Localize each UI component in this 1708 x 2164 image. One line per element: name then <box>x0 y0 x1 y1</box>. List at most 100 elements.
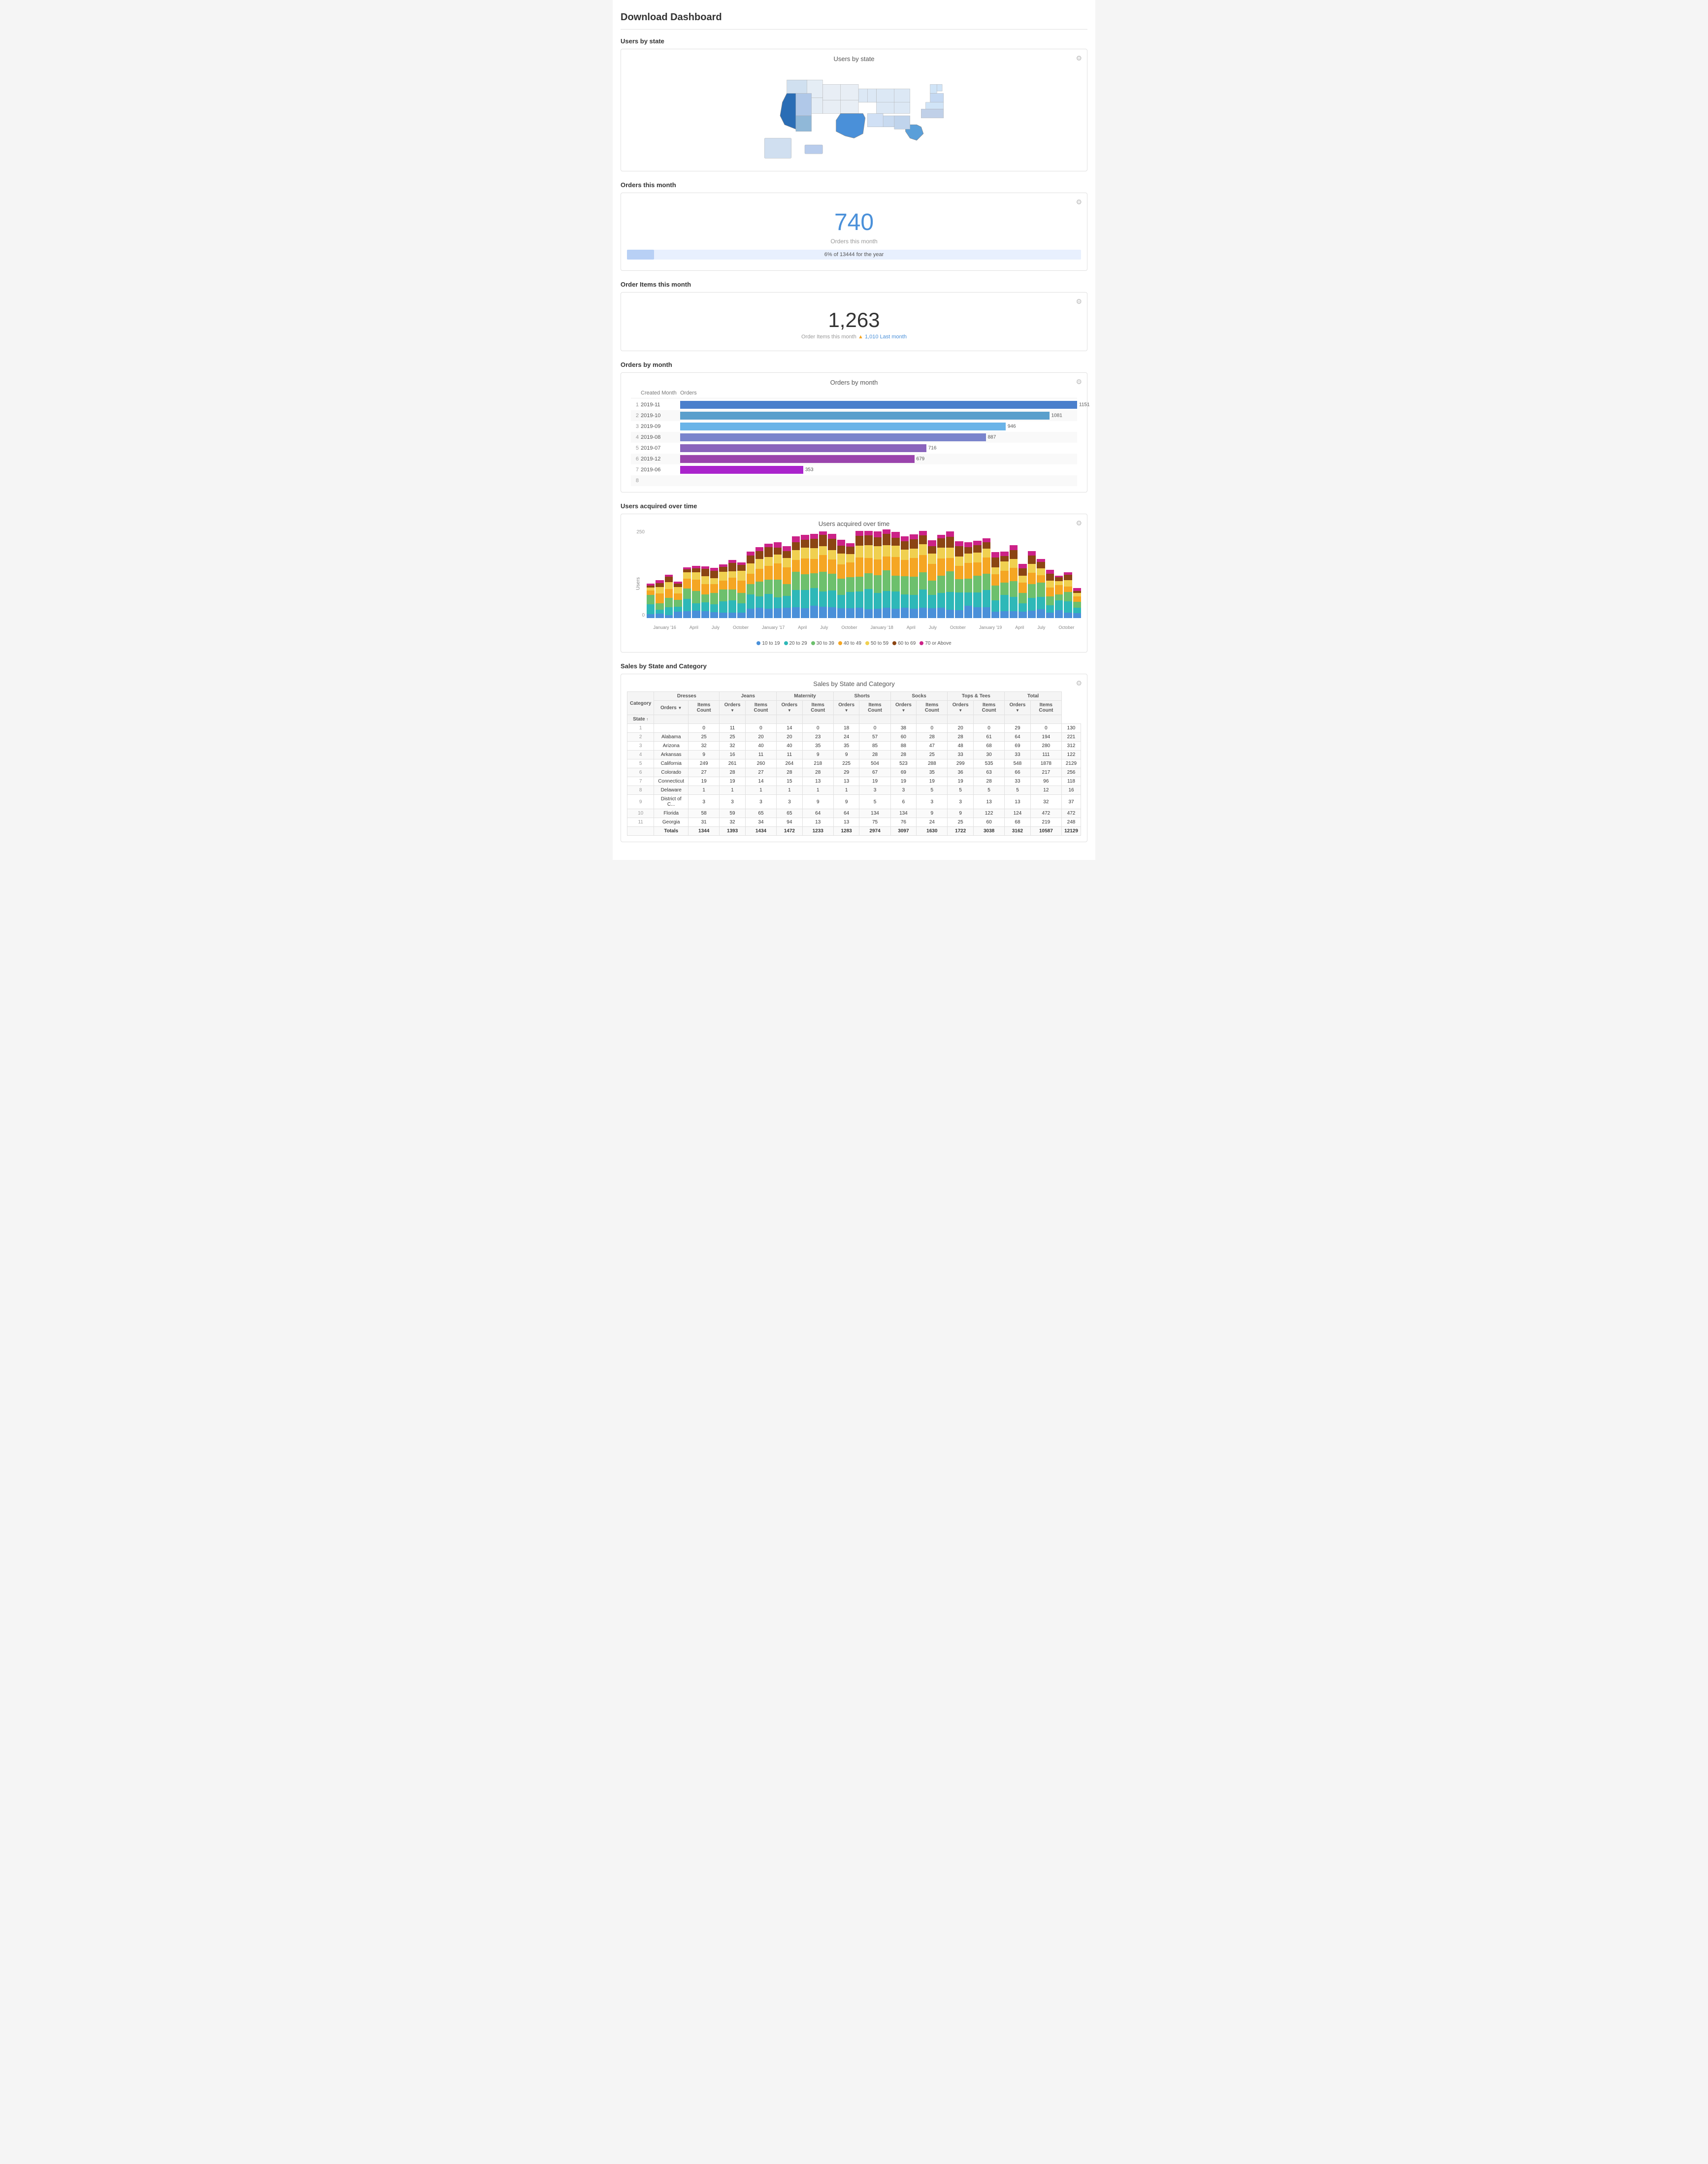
stacked-segment <box>883 591 890 608</box>
th-m-i <box>802 715 833 724</box>
cell-tot-o: 111 <box>1030 751 1061 759</box>
bar-group-30 <box>919 529 927 618</box>
bar-row-area: 353 <box>680 466 1077 474</box>
cell-d-i: 25 <box>720 733 745 742</box>
stacked-segment <box>747 574 755 584</box>
stacked-segment <box>1000 556 1008 561</box>
cell-j-o: 0 <box>745 724 776 733</box>
sort-icon[interactable]: ▼ <box>1016 708 1019 713</box>
cell-d-o: 25 <box>689 733 720 742</box>
sort-icon[interactable]: ▼ <box>958 708 962 713</box>
col-orders-header: Orders <box>680 390 1077 396</box>
cell-num: 3 <box>627 742 654 751</box>
cell-d-o: 19 <box>689 777 720 786</box>
stacked-segment <box>1010 550 1018 559</box>
cell-d-i: 28 <box>720 768 745 777</box>
cell-s-o: 75 <box>859 818 890 827</box>
map-title: Users by state <box>833 55 874 63</box>
stacked-segment <box>819 572 827 591</box>
sales-table-title: Sales by State and Category <box>627 680 1081 688</box>
cell-j-o: 3 <box>745 795 776 809</box>
stacked-segment <box>928 564 936 581</box>
stacked-segment <box>747 584 755 594</box>
stacked-segment <box>964 592 972 606</box>
stacked-segment <box>991 612 999 618</box>
bar-group-22 <box>846 529 854 618</box>
cell-tot-i: 221 <box>1062 733 1081 742</box>
th-state[interactable]: State ↑ <box>627 715 654 724</box>
gear-icon-4[interactable]: ⚙ <box>1076 378 1082 386</box>
stacked-segment <box>983 607 990 618</box>
th-orders-5[interactable]: Orders ▼ <box>948 701 973 715</box>
bar-row-8: 8 <box>631 475 1077 486</box>
cell-d-i: 32 <box>720 742 745 751</box>
stacked-segment <box>764 580 772 594</box>
th-orders-4[interactable]: Orders ▼ <box>890 701 916 715</box>
stacked-segment <box>846 554 854 563</box>
cell-m-o: 28 <box>802 768 833 777</box>
stacked-segment <box>937 535 945 538</box>
gear-icon-2[interactable]: ⚙ <box>1076 198 1082 206</box>
bar-group-3 <box>674 529 682 618</box>
x-label-12: January '19 <box>979 625 1002 630</box>
stacked-segment <box>764 544 772 547</box>
stacked-segment <box>937 538 945 548</box>
stacked-segment <box>747 556 755 563</box>
stacked-segment <box>901 536 909 541</box>
gear-icon[interactable]: ⚙ <box>1076 54 1082 63</box>
stacked-segment <box>1073 613 1081 618</box>
cell-s-i: 38 <box>890 724 916 733</box>
bar-row-label: 2019-12 <box>641 456 680 462</box>
stacked-segment <box>719 572 727 581</box>
stacked-segment <box>710 593 718 604</box>
cell-so-o: 47 <box>917 742 948 751</box>
cell-tot-i: 312 <box>1062 742 1081 751</box>
orders-progress-bar: 6% of 13444 for the year <box>627 250 1081 260</box>
stacked-segment <box>665 607 673 615</box>
section-title-sales: Sales by State and Category <box>621 662 1087 670</box>
sort-icon[interactable]: ▼ <box>788 708 791 713</box>
cell-so-i: 20 <box>948 724 973 733</box>
stacked-segment <box>828 534 836 539</box>
gear-icon-5[interactable]: ⚙ <box>1076 519 1082 527</box>
stacked-segment <box>910 577 918 595</box>
th-orders-1[interactable]: Orders ▼ <box>720 701 745 715</box>
stacked-segment <box>737 571 745 581</box>
sort-icon[interactable]: ▼ <box>730 708 734 713</box>
bar-row-num: 7 <box>631 467 641 473</box>
cell-t-i: 69 <box>1005 742 1030 751</box>
stacked-segment <box>891 532 899 538</box>
cell-state: Delaware <box>654 786 689 795</box>
stacked-segment <box>801 574 809 590</box>
orders-chart-title: Orders by month <box>627 379 1081 386</box>
bar-row-area: 716 <box>680 444 1077 452</box>
th-orders-6[interactable]: Orders ▼ <box>1005 701 1030 715</box>
stacked-segment <box>855 591 863 608</box>
th-shorts: Shorts <box>833 692 890 701</box>
cell-d-o: 249 <box>689 759 720 768</box>
th-dresses: Dresses <box>654 692 720 701</box>
sort-icon[interactable]: ▼ <box>678 706 682 710</box>
th-orders-3[interactable]: Orders ▼ <box>833 701 859 715</box>
stacked-segment <box>1010 581 1018 597</box>
bar-group-2 <box>665 529 673 618</box>
gear-icon-6[interactable]: ⚙ <box>1076 679 1082 688</box>
cell-t-i: 29 <box>1005 724 1030 733</box>
stacked-segment <box>964 547 972 554</box>
stacked-segment <box>747 594 755 609</box>
bar-group-14 <box>774 529 782 618</box>
sort-icon[interactable]: ▼ <box>901 708 905 713</box>
state-sort[interactable]: ↑ <box>646 717 648 721</box>
stacked-segment <box>1046 570 1054 573</box>
th-orders-2[interactable]: Orders ▼ <box>777 701 802 715</box>
stacked-segment <box>991 574 999 586</box>
cell-s-o: 85 <box>859 742 890 751</box>
gear-icon-3[interactable]: ⚙ <box>1076 297 1082 306</box>
sort-icon[interactable]: ▼ <box>845 708 849 713</box>
bar-group-24 <box>864 529 872 618</box>
order-items-label: Order Items this month <box>801 334 856 340</box>
cell-s-o: 504 <box>859 759 890 768</box>
stacked-segment <box>783 558 790 568</box>
th-orders-0[interactable]: Orders ▼ <box>654 701 689 715</box>
stacked-segment <box>946 531 954 537</box>
